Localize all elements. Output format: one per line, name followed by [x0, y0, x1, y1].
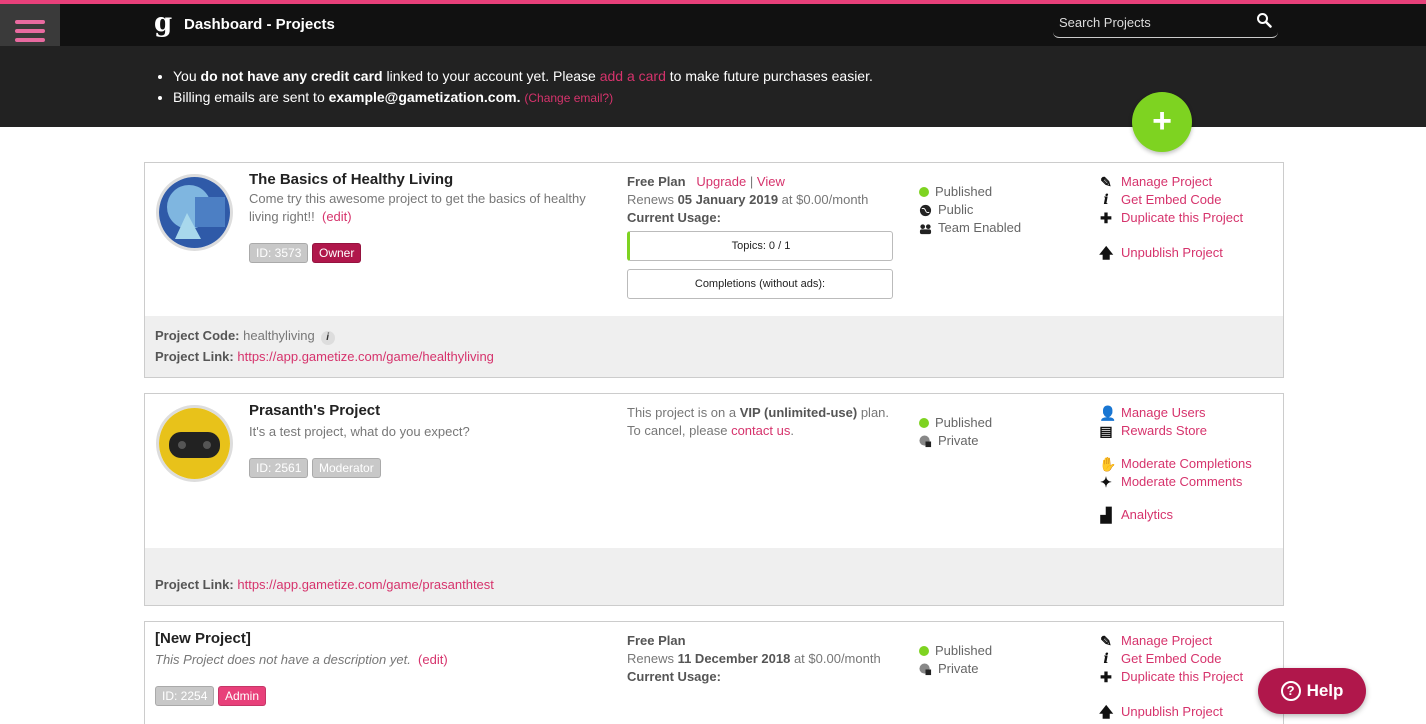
edit-description-link[interactable]: (edit) — [418, 652, 448, 667]
role-badge: Moderator — [312, 458, 381, 478]
arrow-up-icon: 🡅 — [1099, 704, 1114, 720]
plan-info: This project is on a VIP (unlimited-use)… — [627, 405, 890, 438]
project-link[interactable]: https://app.gametize.com/game/healthyliv… — [237, 349, 494, 364]
manage-project-link[interactable]: Manage Project — [1121, 632, 1212, 650]
menu-bar-icon — [15, 20, 45, 24]
rewards-store-link[interactable]: Rewards Store — [1121, 422, 1207, 440]
project-meta: Project Link: https://app.gametize.com/g… — [155, 577, 494, 592]
arrow-up-icon: 🡅 — [1099, 245, 1114, 261]
plus-icon: ✚ — [1100, 210, 1112, 226]
published-dot-icon — [919, 418, 929, 428]
contact-us-link[interactable]: contact us — [731, 423, 790, 438]
project-status: Published Public Team Enabled — [919, 183, 1021, 237]
project-footer: Project Link: https://app.gametize.com/g… — [145, 548, 1283, 605]
project-card: Prasanth's Project It's a test project, … — [144, 393, 1284, 606]
project-description: Come try this awesome project to get the… — [249, 191, 586, 224]
project-status: Published Private — [919, 642, 992, 678]
project-id-badge: ID: 2254 — [155, 686, 215, 706]
gametize-logo[interactable]: g — [154, 10, 172, 36]
unpublish-project-link[interactable]: Unpublish Project — [1121, 244, 1223, 262]
menu-bar-icon — [15, 29, 45, 33]
moderate-completions-link[interactable]: Moderate Completions — [1121, 455, 1252, 473]
upgrade-link[interactable]: Upgrade — [696, 174, 746, 189]
globe-icon — [919, 204, 932, 216]
billing-email-notice: Billing emails are sent to example@gamet… — [173, 87, 873, 109]
menu-bar-icon — [15, 38, 45, 42]
role-badge: Owner — [312, 243, 362, 263]
help-button[interactable]: ? Help — [1258, 668, 1366, 714]
project-description: This Project does not have a description… — [155, 652, 448, 667]
project-actions: 👤 Manage Users ▤ Rewards Store ✋ Moderate C… — [1099, 404, 1252, 524]
project-card: The Basics of Healthy Living Come try th… — [144, 162, 1284, 378]
published-dot-icon — [919, 646, 929, 656]
team-icon — [919, 223, 932, 234]
project-actions: ✎ Manage Project i Get Embed Code ✚ Duplica… — [1099, 632, 1243, 721]
completions-usage-bar: Completions (without ads): — [627, 269, 893, 299]
moderate-comments-link[interactable]: Moderate Comments — [1121, 473, 1242, 491]
project-link[interactable]: https://app.gametize.com/game/prasanthte… — [237, 577, 494, 592]
embed-code-link[interactable]: Get Embed Code — [1121, 650, 1221, 668]
project-id-badge: ID: 3573 — [249, 243, 309, 263]
page-title: Dashboard - Projects — [184, 16, 335, 33]
project-title[interactable]: Prasanth's Project — [249, 402, 380, 419]
search-box — [1053, 8, 1278, 38]
project-id-badge: ID: 2561 — [249, 458, 309, 478]
store-icon: ▤ — [1099, 423, 1113, 439]
duplicate-project-link[interactable]: Duplicate this Project — [1121, 668, 1243, 686]
project-avatar — [156, 405, 233, 482]
project-description: It's a test project, what do you expect? — [249, 424, 470, 439]
plan-info: Free Plan Renews 11 December 2018 at $0.… — [627, 633, 881, 684]
plus-icon: ✚ — [1100, 669, 1112, 685]
topics-usage-bar: Topics: 0 / 1 — [627, 231, 893, 261]
change-email-link[interactable]: (Change email?) — [524, 91, 613, 105]
view-plan-link[interactable]: View — [757, 174, 785, 189]
project-meta: Project Code: healthyliving i Project Lin… — [155, 328, 494, 364]
project-title[interactable]: The Basics of Healthy Living — [249, 171, 453, 188]
user-icon: 👤 — [1099, 405, 1117, 421]
project-title[interactable]: [New Project] — [155, 630, 251, 647]
project-status: Published Private — [919, 414, 992, 450]
private-globe-icon — [919, 434, 932, 447]
analytics-icon: ▟ — [1100, 507, 1112, 523]
help-label: Help — [1306, 681, 1344, 700]
info-icon: i — [1103, 651, 1109, 667]
published-dot-icon — [919, 187, 929, 197]
manage-project-link[interactable]: Manage Project — [1121, 173, 1212, 191]
code-info-icon[interactable]: i — [320, 331, 335, 345]
unpublish-project-link[interactable]: Unpublish Project — [1121, 703, 1223, 721]
project-card: [New Project] This Project does not have… — [144, 621, 1284, 724]
edit-icon: ✎ — [1100, 174, 1112, 190]
search-icon[interactable] — [1256, 12, 1272, 28]
info-icon: i — [1103, 192, 1109, 208]
project-avatar — [156, 174, 233, 251]
billing-notice: You do not have any credit card linked t… — [0, 46, 1426, 127]
manage-users-link[interactable]: Manage Users — [1121, 404, 1206, 422]
edit-icon: ✎ — [1100, 633, 1112, 649]
analytics-link[interactable]: Analytics — [1121, 506, 1173, 524]
credit-card-notice: You do not have any credit card linked t… — [173, 66, 873, 87]
question-icon: ? — [1280, 681, 1301, 701]
search-input[interactable] — [1059, 12, 1249, 32]
edit-description-link[interactable]: (edit) — [322, 209, 352, 224]
moderate-completions-icon: ✋ — [1099, 456, 1117, 472]
add-card-link[interactable]: add a card — [600, 68, 666, 84]
project-footer: Project Code: healthyliving i Project Lin… — [145, 316, 1283, 377]
plan-info: Free Plan Upgrade | View Renews 05 Janua… — [627, 174, 869, 225]
embed-code-link[interactable]: Get Embed Code — [1121, 191, 1221, 209]
private-globe-icon — [919, 662, 932, 675]
comments-icon: ✦ — [1100, 474, 1112, 490]
add-project-button[interactable]: + — [1132, 92, 1192, 152]
role-badge: Admin — [218, 686, 267, 706]
project-actions: ✎ Manage Project i Get Embed Code ✚ Duplica… — [1099, 173, 1243, 262]
project-code: healthyliving — [243, 328, 315, 343]
duplicate-project-link[interactable]: Duplicate this Project — [1121, 209, 1243, 227]
